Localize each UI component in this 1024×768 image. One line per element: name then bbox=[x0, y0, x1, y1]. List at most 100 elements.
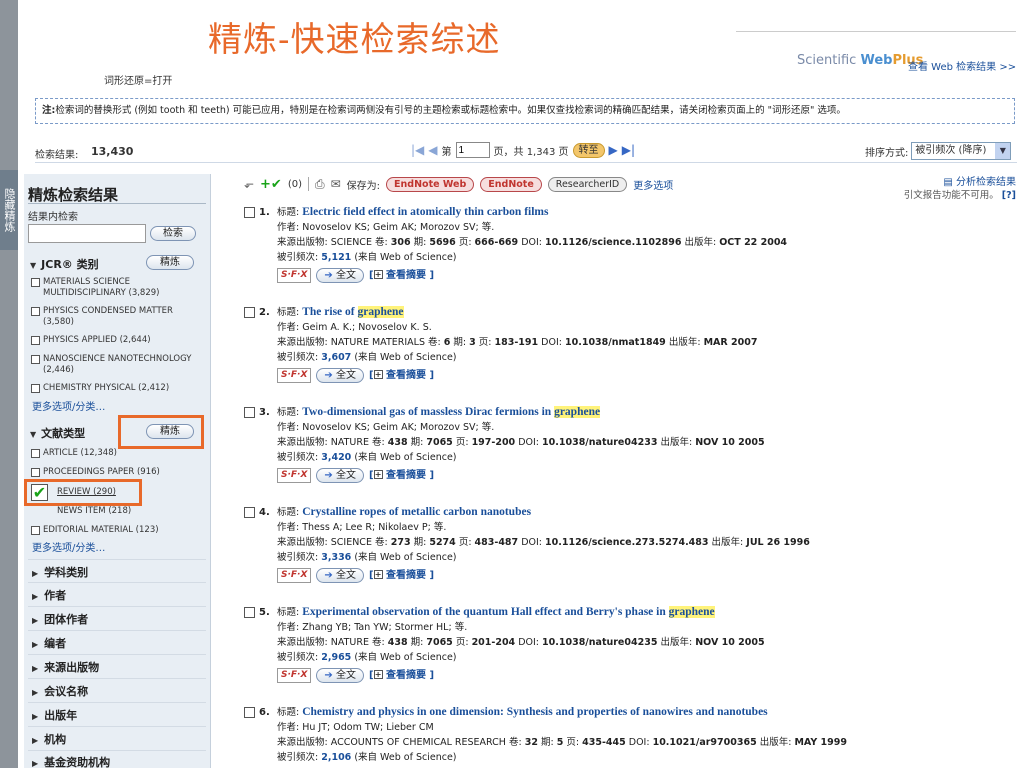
source-value: NATURE MATERIALS bbox=[330, 337, 425, 348]
cited-count-link[interactable]: 3,336 bbox=[321, 552, 351, 563]
endnote-button[interactable]: EndNote bbox=[480, 176, 542, 192]
facet-editor[interactable]: ▶ 编者 bbox=[32, 635, 66, 651]
checked-checkbox-icon[interactable]: ✔ bbox=[31, 484, 48, 501]
record-checkbox[interactable] bbox=[244, 507, 255, 518]
doctype-option[interactable]: PROCEEDINGS PAPER (916) bbox=[31, 467, 206, 478]
checkbox[interactable] bbox=[31, 384, 40, 393]
more-options-link[interactable]: 更多选项 bbox=[633, 177, 673, 192]
checkbox[interactable] bbox=[31, 468, 40, 477]
fulltext-button[interactable]: ➔ 全文 bbox=[316, 567, 364, 583]
search-within-input[interactable] bbox=[28, 224, 146, 243]
fulltext-button[interactable]: ➔ 全文 bbox=[316, 667, 364, 683]
doi-value: 10.1038/nmat1849 bbox=[565, 337, 666, 348]
add-to-marked-list-icon[interactable]: +✔ bbox=[260, 177, 282, 192]
checkbox[interactable] bbox=[31, 307, 40, 316]
facet-subject-category[interactable]: ▶ 学科类别 bbox=[32, 564, 88, 580]
next-page-icon[interactable]: ▶ bbox=[609, 143, 618, 157]
view-abstract-link[interactable]: [+ 查看摘要 ] bbox=[369, 568, 434, 583]
search-within-button[interactable]: 检索 bbox=[150, 226, 196, 241]
last-page-icon[interactable]: ▶| bbox=[622, 143, 635, 157]
cited-count-link[interactable]: 3,420 bbox=[321, 452, 351, 463]
triangle-right-icon: ▶ bbox=[32, 712, 39, 721]
doctype-option[interactable]: EDITORIAL MATERIAL (123) bbox=[31, 525, 206, 536]
facet-group-author[interactable]: ▶ 团体作者 bbox=[32, 611, 88, 627]
pages-value: 183-191 bbox=[494, 337, 539, 348]
analyze-results-link[interactable]: ▤ 分析检索结果 bbox=[932, 173, 1016, 188]
sfx-button[interactable]: S·F·X bbox=[277, 367, 312, 383]
record-checkbox[interactable] bbox=[244, 407, 255, 418]
jcr-option[interactable]: CHEMISTRY PHYSICAL (2,412) bbox=[31, 383, 206, 394]
page-number-input[interactable] bbox=[455, 142, 490, 158]
sfx-button[interactable]: S·F·X bbox=[277, 567, 312, 583]
jcr-option[interactable]: PHYSICS APPLIED (2,644) bbox=[31, 335, 206, 346]
record-title-link[interactable]: Two-dimensional gas of massless Dirac fe… bbox=[302, 406, 601, 418]
cited-count-link[interactable]: 3,607 bbox=[321, 352, 351, 363]
doctype-section-header[interactable]: ▼ 文献类型 bbox=[30, 425, 85, 441]
record-body: 标题: Chemistry and physics in one dimensi… bbox=[277, 705, 1017, 768]
facet-funding[interactable]: ▶ 基金资助机构 bbox=[32, 754, 110, 768]
jcr-refine-button[interactable]: 精炼 bbox=[146, 255, 194, 270]
first-page-icon[interactable]: |◀ bbox=[411, 143, 424, 157]
prev-page-icon[interactable]: ◀ bbox=[428, 143, 437, 157]
sfx-button[interactable]: S·F·X bbox=[277, 467, 312, 483]
record-title-link[interactable]: Electric field effect in atomically thin… bbox=[302, 206, 548, 218]
doctype-option[interactable]: NEWS ITEM (218) bbox=[31, 506, 206, 517]
doctype-more-options-link[interactable]: 更多选项/分类… bbox=[32, 539, 105, 554]
go-to-page-button[interactable]: 转至 bbox=[572, 142, 605, 158]
help-link[interactable]: [?] bbox=[1002, 190, 1016, 201]
scientific-webplus-logo[interactable]: Scientific WebPlus bbox=[797, 53, 923, 68]
jcr-more-options-link[interactable]: 更多选项/分类… bbox=[32, 398, 105, 413]
cited-count-link[interactable]: 5,121 bbox=[321, 252, 351, 263]
record-checkbox[interactable] bbox=[244, 207, 255, 218]
facet-pub-year[interactable]: ▶ 出版年 bbox=[32, 707, 77, 723]
checkbox[interactable] bbox=[31, 449, 40, 458]
sort-select[interactable]: 被引频次 (降序) ▼ bbox=[911, 142, 1012, 160]
view-abstract-link[interactable]: [+ 查看摘要 ] bbox=[369, 368, 434, 383]
record-body: 标题: Two-dimensional gas of massless Dira… bbox=[277, 405, 1017, 484]
triangle-right-icon: ▶ bbox=[32, 759, 39, 768]
jcr-option[interactable]: NANOSCIENCE NANOTECHNOLOGY (2,446) bbox=[31, 354, 206, 376]
record-title-link[interactable]: Crystalline ropes of metallic carbon nan… bbox=[302, 506, 531, 518]
volume-label: 卷: bbox=[374, 237, 388, 248]
facet-conference[interactable]: ▶ 会议名称 bbox=[32, 683, 88, 699]
pubdate-value: NOV 10 2005 bbox=[695, 637, 765, 648]
checkbox[interactable] bbox=[31, 278, 40, 287]
facet-organization[interactable]: ▶ 机构 bbox=[32, 731, 66, 747]
jcr-option[interactable]: MATERIALS SCIENCE MULTIDISCIPLINARY (3,8… bbox=[31, 277, 206, 299]
researcherid-button[interactable]: ResearcherID bbox=[547, 176, 628, 192]
sfx-button[interactable]: S·F·X bbox=[277, 267, 312, 283]
checkbox[interactable] bbox=[31, 336, 40, 345]
facet-author[interactable]: ▶ 作者 bbox=[32, 587, 66, 603]
record-source: 来源出版物: SCIENCE 卷: 273 期: 5274 页: 483-487… bbox=[277, 535, 1017, 550]
highlight-refine-button bbox=[118, 415, 204, 449]
hide-refine-tab[interactable]: 隐藏精炼 bbox=[0, 170, 18, 250]
view-abstract-link[interactable]: [+ 查看摘要 ] bbox=[369, 468, 434, 483]
print-icon[interactable]: ⎙ bbox=[315, 177, 325, 192]
jcr-option[interactable]: PHYSICS CONDENSED MATTER (3,580) bbox=[31, 306, 206, 328]
issue-value: 3 bbox=[469, 337, 476, 348]
record-checkbox[interactable] bbox=[244, 307, 255, 318]
record-title-link[interactable]: Experimental observation of the quantum … bbox=[302, 606, 715, 618]
endnote-web-button[interactable]: EndNote Web bbox=[386, 176, 475, 192]
checkbox[interactable] bbox=[31, 526, 40, 535]
sfx-button[interactable]: S·F·X bbox=[277, 667, 312, 683]
checkbox[interactable] bbox=[31, 355, 40, 364]
webplus-prefix: Scientific bbox=[797, 53, 857, 68]
record-checkbox[interactable] bbox=[244, 607, 255, 618]
cited-count-link[interactable]: 2,106 bbox=[321, 752, 351, 763]
facet-source[interactable]: ▶ 来源出版物 bbox=[32, 659, 99, 675]
facet-label: 来源出版物 bbox=[44, 661, 100, 674]
jcr-section-header[interactable]: ▼ JCR® 类别 bbox=[30, 256, 99, 272]
view-abstract-link[interactable]: [+ 查看摘要 ] bbox=[369, 668, 434, 683]
doctype-option[interactable]: ARTICLE (12,348) bbox=[31, 448, 206, 459]
view-abstract-link[interactable]: [+ 查看摘要 ] bbox=[369, 268, 434, 283]
record-checkbox[interactable] bbox=[244, 707, 255, 718]
fulltext-button[interactable]: ➔ 全文 bbox=[316, 267, 364, 283]
cited-count-link[interactable]: 2,965 bbox=[321, 652, 351, 663]
fulltext-button[interactable]: ➔ 全文 bbox=[316, 467, 364, 483]
fulltext-button[interactable]: ➔ 全文 bbox=[316, 367, 364, 383]
record-title-link[interactable]: Chemistry and physics in one dimension: … bbox=[302, 706, 767, 718]
record-title-link[interactable]: The rise of graphene bbox=[302, 306, 404, 318]
view-web-results-link[interactable]: 查看 Web 检索结果 >> bbox=[908, 58, 1016, 73]
email-icon[interactable]: ✉ bbox=[331, 177, 341, 191]
